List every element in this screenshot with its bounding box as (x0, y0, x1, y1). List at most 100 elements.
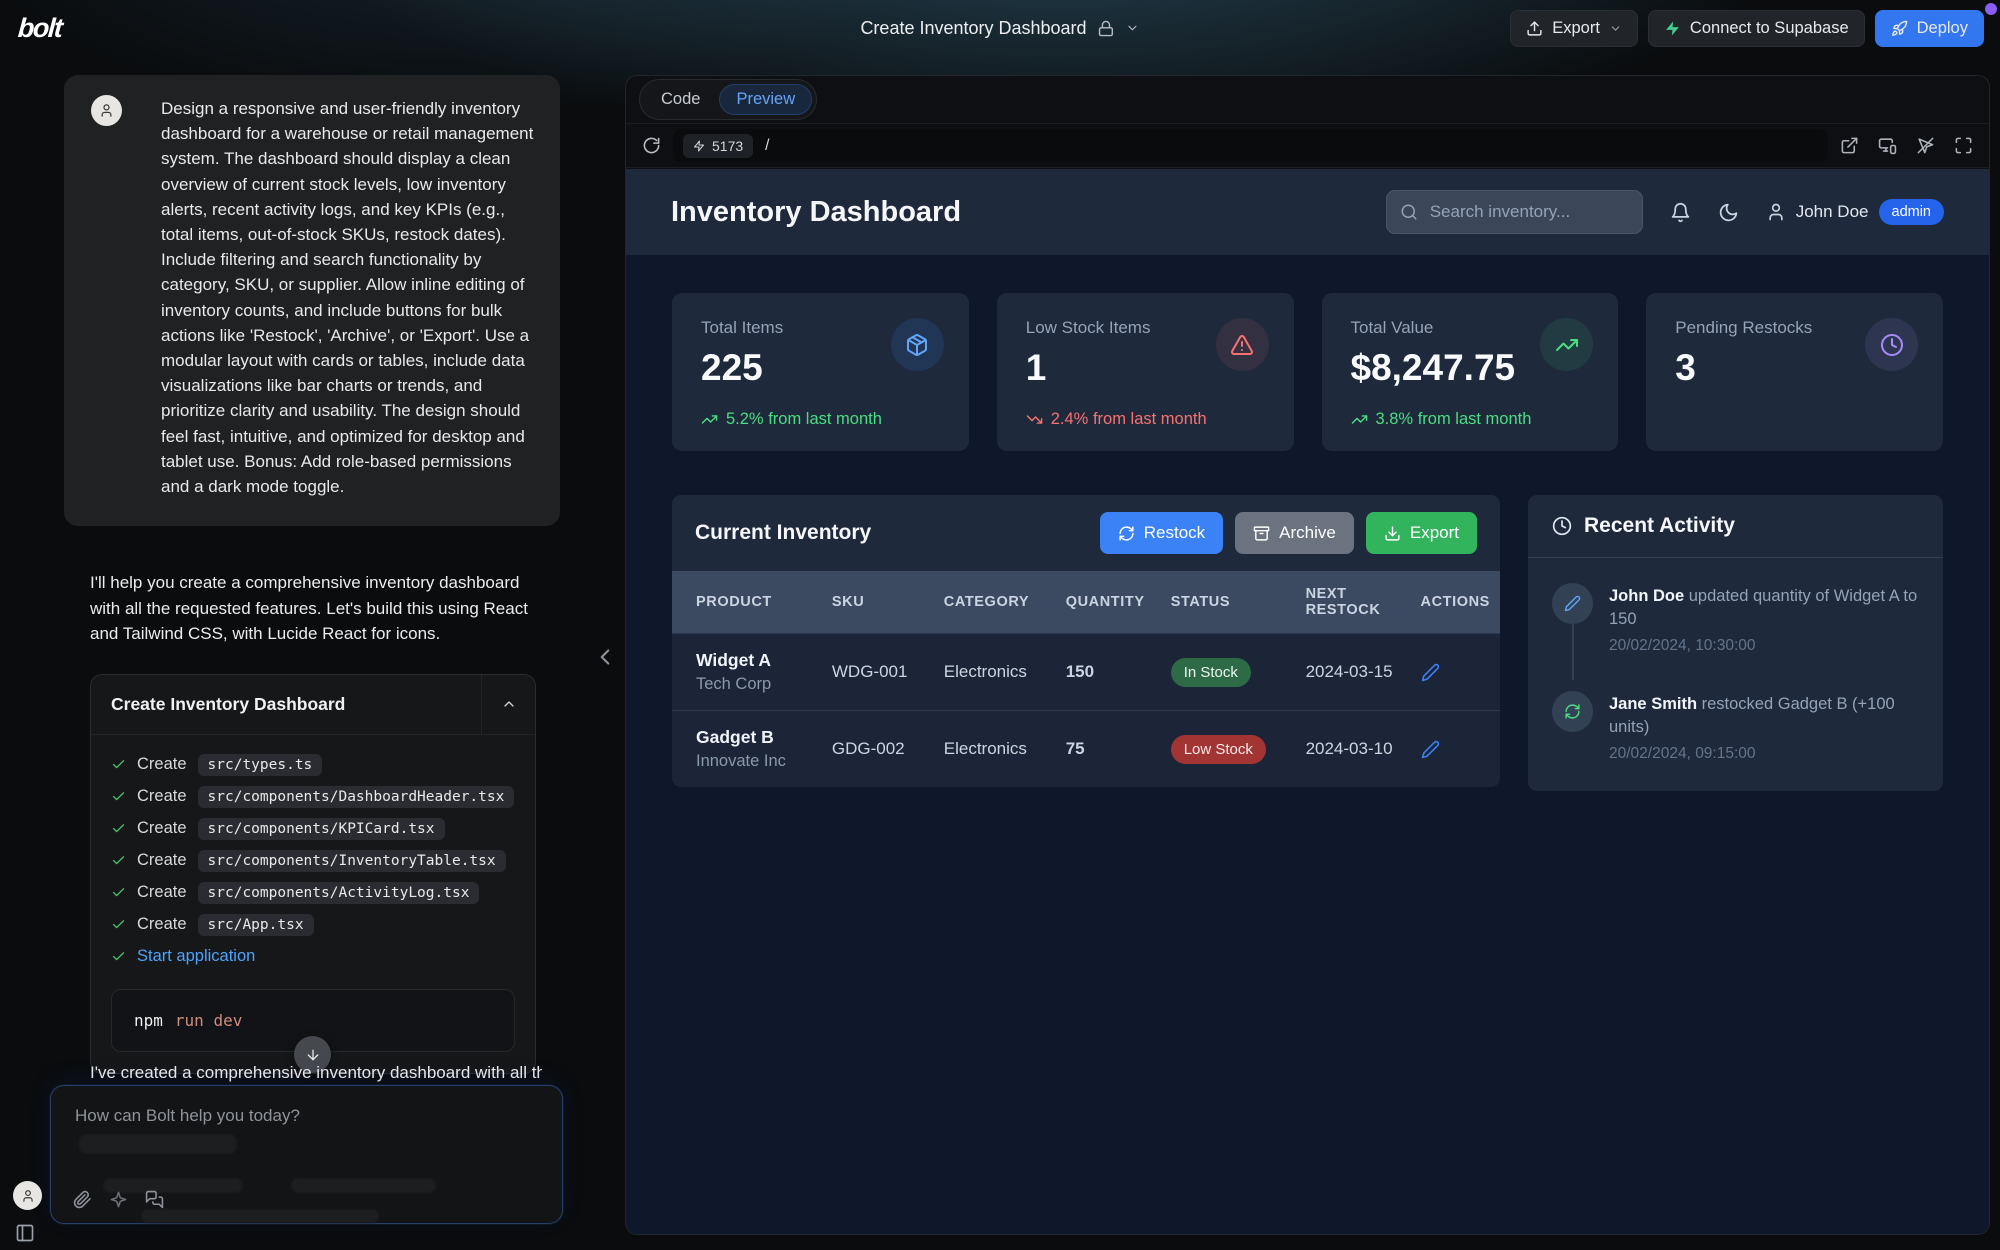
inventory-title: Current Inventory (695, 521, 871, 545)
edit-pencil-icon[interactable] (1421, 663, 1440, 682)
sidebar-toggle[interactable] (15, 1221, 35, 1244)
arrow-down-icon (305, 1047, 321, 1063)
edit-pencil-icon[interactable] (1421, 740, 1440, 759)
step-file[interactable]: src/types.ts (198, 754, 323, 776)
person-icon (1766, 202, 1786, 222)
restock-button[interactable]: Restock (1100, 512, 1223, 554)
start-application-link[interactable]: Start application (137, 947, 255, 966)
redacted-text (79, 1134, 237, 1154)
project-title-menu[interactable]: Create Inventory Dashboard (860, 18, 1139, 39)
check-icon (111, 885, 126, 900)
inventory-card-header: Current Inventory Restock Archive (672, 495, 1500, 571)
user-menu[interactable]: John Doe admin (1766, 199, 1944, 225)
zap-icon (693, 140, 705, 152)
search-icon (1400, 203, 1418, 221)
address-input[interactable]: 5173 / (673, 129, 1828, 162)
task-steps: Create src/types.ts Create src/component… (91, 735, 535, 975)
step-file[interactable]: src/App.tsx (198, 914, 314, 936)
sku-cell: GDG-002 (822, 711, 934, 788)
collapse-chat-button[interactable] (592, 640, 618, 671)
port-number: 5173 (712, 138, 743, 154)
search-input[interactable] (1428, 201, 1653, 223)
column-quantity: Quantity (1056, 571, 1161, 634)
dark-mode-toggle-icon[interactable] (1718, 202, 1739, 223)
step-file[interactable]: src/components/InventoryTable.tsx (198, 850, 506, 872)
assistant-closing-text: I've created a comprehensive inventory d… (90, 1063, 542, 1083)
bell-icon[interactable] (1670, 202, 1691, 223)
list-item: John Doe updated quantity of Widget A to… (1552, 583, 1919, 655)
quantity-cell[interactable]: 150 (1056, 634, 1161, 711)
reload-icon[interactable] (642, 136, 661, 155)
dashboard-title: Inventory Dashboard (671, 196, 961, 229)
deploy-label: Deploy (1917, 19, 1968, 38)
inspector-cursor-icon[interactable] (1916, 136, 1935, 155)
collapse-card-button[interactable] (481, 675, 535, 734)
redacted-text (291, 1178, 436, 1193)
list-item: Jane Smith restocked Gadget B (+100 unit… (1552, 691, 1919, 763)
account-avatar[interactable] (13, 1181, 42, 1210)
responsive-devices-icon[interactable] (1878, 136, 1897, 155)
archive-button[interactable]: Archive (1235, 512, 1354, 554)
step-file[interactable]: src/components/DashboardHeader.tsx (198, 786, 515, 808)
user-message-text: Design a responsive and user-friendly in… (161, 96, 534, 499)
category-cell: Electronics (934, 711, 1056, 788)
open-external-icon[interactable] (1840, 136, 1859, 155)
product-name: Widget A (696, 650, 812, 671)
url-path: / (765, 137, 769, 155)
refresh-icon (1552, 691, 1593, 732)
chevron-left-icon (592, 644, 618, 670)
export-button[interactable]: Export (1510, 10, 1638, 47)
inventory-search (1386, 190, 1643, 234)
dashboard-main-row: Current Inventory Restock Archive (672, 495, 1943, 791)
chevron-down-icon (1126, 21, 1140, 35)
step-file[interactable]: src/components/ActivityLog.tsx (198, 882, 480, 904)
bolt-logo[interactable]: bolt (17, 13, 63, 44)
task-card-header: Create Inventory Dashboard (91, 675, 535, 735)
chat-bubbles-icon[interactable] (145, 1190, 164, 1209)
quantity-cell[interactable]: 75 (1056, 711, 1161, 788)
top-bar: bolt Create Inventory Dashboard Export C… (0, 0, 2000, 56)
fullscreen-icon[interactable] (1954, 136, 1973, 155)
download-icon (1384, 525, 1401, 542)
trending-up-icon (1540, 318, 1593, 371)
kpi-delta-text: 2.4% from last month (1051, 410, 1207, 429)
paperclip-icon[interactable] (73, 1190, 92, 1209)
step-action: Create (137, 851, 187, 870)
step-file[interactable]: src/components/KPICard.tsx (198, 818, 445, 840)
task-step: Create src/components/DashboardHeader.ts… (111, 781, 515, 813)
export-label: Export (1552, 19, 1600, 38)
kpi-low-stock: Low Stock Items 1 2.4% from last month (997, 293, 1294, 451)
kpi-delta-text: 5.2% from last month (726, 410, 882, 429)
kpi-delta: 2.4% from last month (1026, 410, 1265, 429)
deploy-button[interactable]: Deploy (1875, 10, 1984, 47)
trending-up-icon (701, 411, 718, 428)
role-badge: admin (1879, 199, 1945, 225)
panel-left-icon (15, 1223, 35, 1243)
package-icon (891, 318, 944, 371)
step-action: Create (137, 755, 187, 774)
port-pill[interactable]: 5173 (683, 134, 753, 158)
bulk-action-buttons: Restock Archive Export (1100, 512, 1477, 554)
task-step: Create src/App.tsx (111, 909, 515, 941)
archive-icon (1253, 525, 1270, 542)
step-action: Create (137, 819, 187, 838)
tab-preview[interactable]: Preview (719, 84, 812, 115)
kpi-cards: Total Items 225 5.2% from last month Low… (672, 293, 1943, 451)
sparkles-icon[interactable] (109, 1190, 128, 1209)
tab-code[interactable]: Code (644, 84, 717, 115)
check-icon (111, 949, 126, 964)
kpi-pending-restocks: Pending Restocks 3 (1646, 293, 1943, 451)
connect-supabase-button[interactable]: Connect to Supabase (1648, 10, 1865, 47)
archive-label: Archive (1279, 523, 1336, 543)
check-icon (111, 917, 126, 932)
export-csv-button[interactable]: Export (1366, 512, 1477, 554)
activity-actor: Jane Smith (1609, 695, 1697, 713)
sku-cell: WDG-001 (822, 634, 934, 711)
user-name: John Doe (1796, 202, 1869, 222)
inventory-table: Product SKU Category Quantity Status Nex… (672, 571, 1500, 787)
activity-timestamp: 20/02/2024, 09:15:00 (1609, 745, 1919, 763)
lock-icon (1098, 20, 1115, 37)
workbench-panel: Code Preview 5173 / Invent (625, 75, 1990, 1235)
task-step: Create src/types.ts (111, 749, 515, 781)
supabase-bolt-icon (1664, 20, 1681, 37)
